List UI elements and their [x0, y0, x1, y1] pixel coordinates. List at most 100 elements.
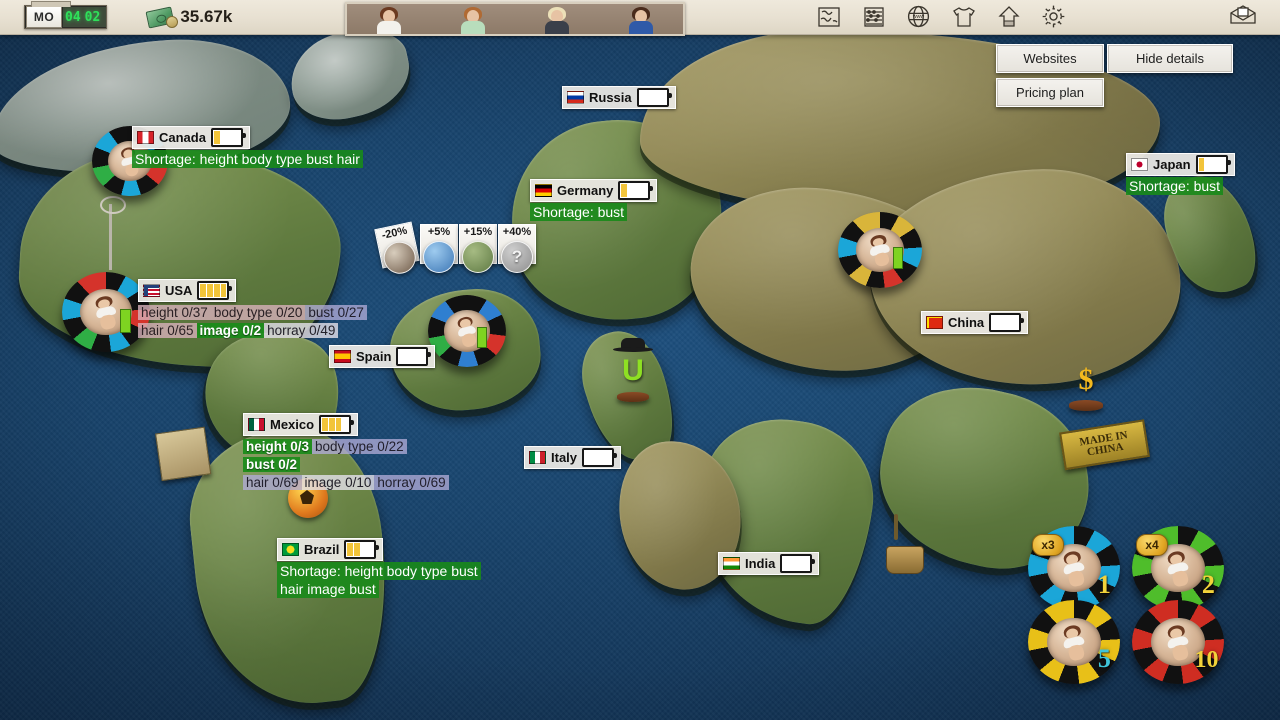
country-header[interactable]: India: [718, 552, 819, 575]
date-lcd-display: 04 02: [63, 7, 106, 27]
bonus-plus15[interactable]: +15%: [459, 224, 497, 264]
country-japan[interactable]: Japan Shortage: bust: [1126, 153, 1235, 196]
chip-model-image: [1158, 548, 1199, 590]
portrait-4[interactable]: [624, 6, 658, 34]
country-header[interactable]: Mexico: [243, 413, 358, 436]
country-china[interactable]: China: [921, 311, 1028, 334]
bonus-minus20[interactable]: -20%: [374, 221, 419, 268]
money-amount: 35.67k: [180, 7, 232, 27]
country-mexico[interactable]: Mexico height 0/3body type 0/22bust 0/2 …: [243, 413, 455, 492]
country-brazil[interactable]: Brazil Shortage: height body type bust h…: [277, 538, 502, 599]
bonus-value: +5%: [421, 226, 457, 238]
map-chip-spain[interactable]: [428, 295, 506, 367]
country-battery: [319, 415, 351, 434]
radio-tower-icon: [98, 190, 124, 270]
country-battery: [211, 128, 243, 147]
portrait-3[interactable]: [540, 6, 574, 34]
money-display[interactable]: 35.67k: [147, 7, 232, 27]
brazil-flag: [282, 543, 299, 556]
spain-flag: [334, 350, 351, 363]
chip-number: 2: [1202, 570, 1215, 600]
chip-model-image: [1054, 548, 1095, 590]
country-header[interactable]: Spain: [329, 345, 435, 368]
country-india[interactable]: India: [718, 552, 819, 575]
mail-icon[interactable]: [1228, 4, 1258, 30]
month-label: MO: [26, 6, 62, 28]
pricing-plan-button[interactable]: Pricing plan: [996, 78, 1104, 107]
country-battery: [396, 347, 428, 366]
stat-image: image 0/2: [197, 323, 265, 338]
stat-hair: hair 0/65: [138, 323, 197, 338]
country-battery: [344, 540, 376, 559]
svg-text:www: www: [913, 14, 924, 20]
character-portrait-bar[interactable]: [345, 2, 685, 36]
top-toolbar: MO 04 02 35.67k: [0, 0, 1280, 35]
lcd-left-digits: 04: [65, 10, 81, 25]
tshirt-icon[interactable]: [950, 3, 977, 30]
stat-horray: horray 0/69: [374, 475, 448, 490]
country-header[interactable]: Italy: [524, 446, 621, 469]
stat-horray: horray 0/49: [264, 323, 338, 338]
japan-flag: [1131, 158, 1148, 171]
country-name: China: [948, 315, 984, 330]
italy-u-statue[interactable]: U: [608, 340, 658, 402]
building-upgrade-icon[interactable]: [995, 3, 1022, 30]
country-usa[interactable]: USA height 0/37body type 0/20bust 0/27 h…: [138, 279, 367, 340]
hide-details-button[interactable]: Hide details: [1107, 44, 1233, 73]
country-battery: [780, 554, 812, 573]
bonus-orb-icon: [423, 241, 455, 273]
stat-bust: bust 0/2: [243, 457, 300, 472]
game-screen: MO 04 02 35.67k: [0, 0, 1280, 720]
calendar-tab-icon: [31, 1, 71, 7]
country-spain[interactable]: Spain: [329, 345, 435, 368]
country-shortage-wrap: Shortage: bust: [1126, 178, 1235, 196]
chip-10[interactable]: 10: [1132, 600, 1224, 684]
country-name: Brazil: [304, 542, 339, 557]
country-stats: height 0/3body type 0/22bust 0/2 hair 0/…: [243, 438, 455, 492]
country-russia[interactable]: Russia: [562, 86, 676, 109]
chip-5[interactable]: 5: [1028, 600, 1120, 684]
bonus-plus40[interactable]: +40% ?: [498, 224, 536, 264]
gear-icon[interactable]: [1040, 3, 1067, 30]
country-battery: [989, 313, 1021, 332]
portrait-2[interactable]: [456, 6, 490, 34]
country-header[interactable]: China: [921, 311, 1028, 334]
map-icon[interactable]: [815, 3, 842, 30]
websites-button[interactable]: Websites: [996, 44, 1104, 73]
country-italy[interactable]: Italy: [524, 446, 621, 469]
bonus-plus5[interactable]: +5%: [420, 224, 458, 264]
shortage-text: Shortage: height body type bust hair: [132, 150, 363, 168]
country-shortage-wrap: Shortage: bust: [530, 204, 657, 222]
country-name: USA: [165, 283, 192, 298]
italy-flag: [529, 451, 546, 464]
shortage-text: Shortage: bust: [530, 203, 627, 221]
snake-basket-decoration[interactable]: [878, 514, 928, 574]
map-chip-usa[interactable]: [62, 272, 150, 352]
usa-flag: [143, 284, 160, 297]
globe-www-icon[interactable]: www: [905, 3, 932, 30]
country-canada[interactable]: Canada Shortage: height body type bust h…: [132, 126, 363, 169]
country-header[interactable]: Germany: [530, 179, 657, 202]
portrait-1[interactable]: [372, 6, 406, 34]
country-header[interactable]: Japan: [1126, 153, 1235, 176]
chip-number: 10: [1194, 647, 1218, 674]
map-chip-asia[interactable]: [838, 212, 922, 288]
country-name: Germany: [557, 183, 613, 198]
lcd-right-digits: 02: [85, 10, 101, 25]
cash-icon: [147, 9, 173, 26]
chip-1-multiplier: x3: [1032, 534, 1064, 556]
abacus-icon[interactable]: [860, 3, 887, 30]
stat-height: height 0/3: [243, 439, 312, 454]
chip-model-image: [1054, 622, 1095, 664]
dollar-statue[interactable]: $: [1058, 363, 1114, 411]
country-header[interactable]: Canada: [132, 126, 250, 149]
country-header[interactable]: Russia: [562, 86, 676, 109]
mexico-flag: [248, 418, 265, 431]
scroll-map-decoration[interactable]: [155, 427, 209, 479]
month-counter-widget[interactable]: MO 04 02: [24, 5, 107, 29]
country-germany[interactable]: Germany Shortage: bust: [530, 179, 657, 222]
country-header[interactable]: Brazil: [277, 538, 383, 561]
stat-height: height 0/37: [138, 305, 211, 320]
country-battery: [618, 181, 650, 200]
country-header[interactable]: USA: [138, 279, 236, 302]
